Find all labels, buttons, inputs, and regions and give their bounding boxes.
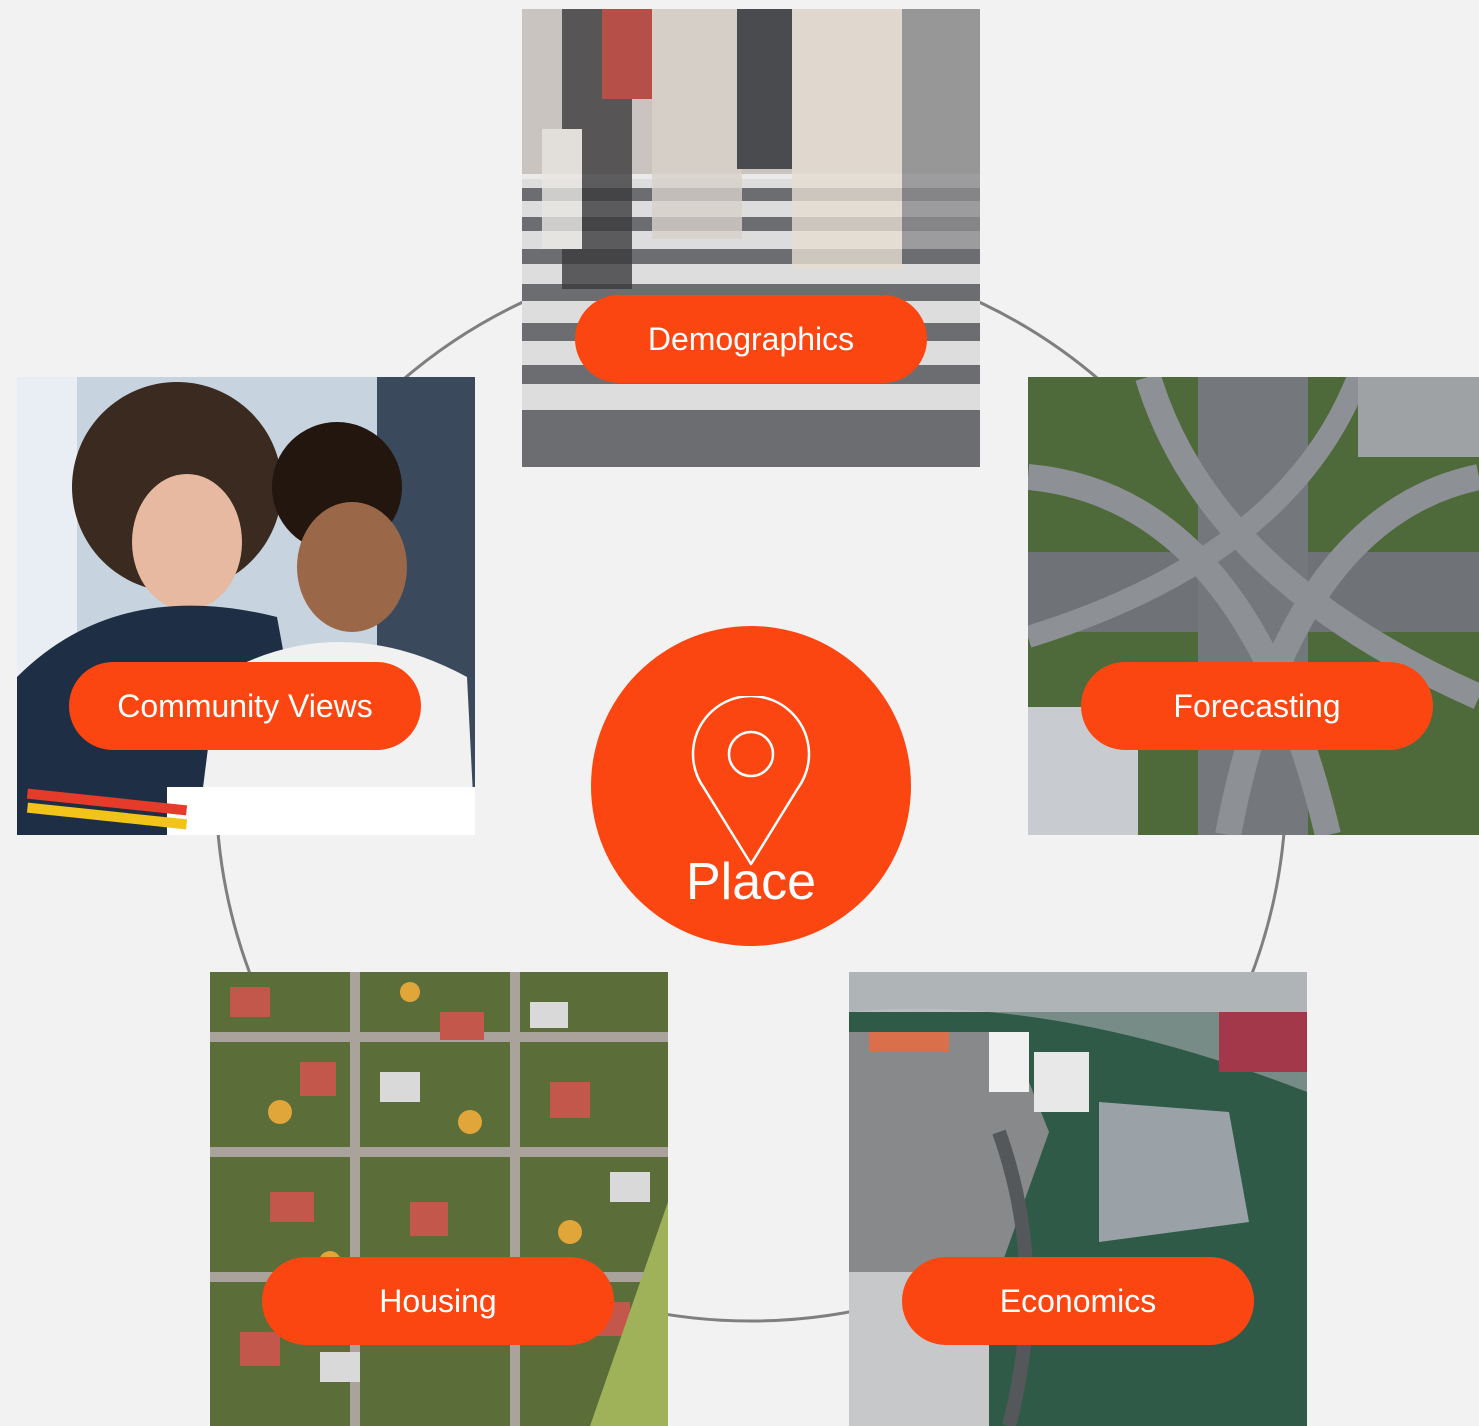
- location-pin-icon: [691, 696, 811, 866]
- community-views-label: Community Views: [69, 662, 421, 750]
- forecasting-photo: [1028, 377, 1479, 835]
- forecasting-label: Forecasting: [1081, 662, 1433, 750]
- hub-label: Place: [685, 853, 817, 911]
- community-views-photo: [17, 377, 475, 835]
- housing-label: Housing: [262, 1257, 614, 1345]
- economics-photo: [849, 972, 1307, 1426]
- demographics-label: Demographics: [575, 295, 927, 383]
- place-hub: Place: [591, 626, 911, 946]
- economics-label: Economics: [902, 1257, 1254, 1345]
- demographics-photo: [522, 9, 980, 467]
- housing-photo: [210, 972, 668, 1426]
